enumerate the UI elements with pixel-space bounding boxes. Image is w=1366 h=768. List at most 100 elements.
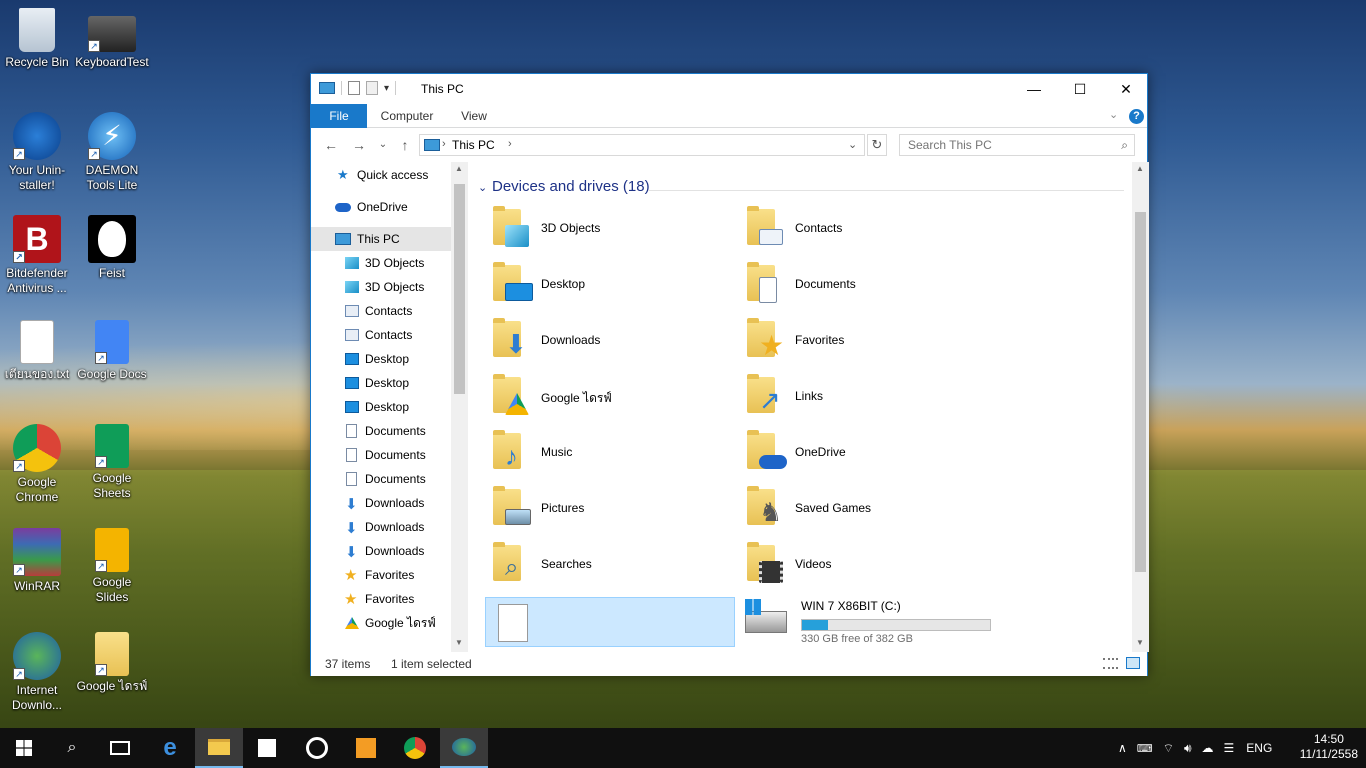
new-folder-icon[interactable] [366, 81, 378, 95]
desktop-icon-text-file[interactable]: เตียนของ.txt [0, 320, 74, 382]
breadcrumb-this-pc[interactable]: This PC [452, 138, 495, 152]
nav-item-3d-objects[interactable]: 3D Objects [311, 275, 451, 299]
scrollbar-thumb[interactable] [454, 184, 465, 394]
nav-item-downloads[interactable]: ⬇ Downloads [311, 491, 451, 515]
nav-item-documents[interactable]: Documents [311, 443, 451, 467]
input-method-icon[interactable]: ⌨ [1137, 742, 1153, 755]
address-dropdown-icon[interactable]: ⌄ [848, 138, 857, 151]
breadcrumb-chevron-icon[interactable]: › [508, 138, 512, 150]
nav-item-favorites[interactable]: ★ Favorites [311, 587, 451, 611]
taskbar-store[interactable] [243, 728, 291, 768]
details-view-icon[interactable] [1103, 658, 1118, 669]
desktop-icon-daemon-tools[interactable]: ⚡ ↗ DAEMON Tools Lite [75, 112, 149, 193]
nav-item-contacts[interactable]: Contacts [311, 323, 451, 347]
close-button[interactable]: ✕ [1103, 74, 1149, 104]
content-scrollbar[interactable]: ▲ ▼ [1132, 162, 1149, 652]
nav-item-documents[interactable]: Documents [311, 419, 451, 443]
folder-saved-games[interactable]: ♞ Saved Games [739, 485, 989, 535]
taskbar-edge[interactable]: e [146, 728, 194, 768]
folder-videos[interactable]: Videos [739, 541, 989, 591]
scroll-down-arrow-icon[interactable]: ▼ [455, 638, 463, 647]
nav-item-downloads[interactable]: ⬇ Downloads [311, 539, 451, 563]
folder-links[interactable]: ↗ Links [739, 373, 989, 423]
taskbar-video[interactable] [342, 728, 390, 768]
nav-item-desktop[interactable]: Desktop [311, 371, 451, 395]
desktop-icon-google-chrome[interactable]: ↗ Google Chrome [0, 424, 74, 505]
maximize-button[interactable]: ☐ [1057, 74, 1103, 104]
taskbar-idm[interactable] [440, 728, 488, 768]
taskbar-groove[interactable] [293, 728, 341, 768]
folder-downloads[interactable]: ⬇ Downloads [485, 317, 735, 367]
nav-item-3d-objects[interactable]: 3D Objects [311, 251, 451, 275]
refresh-button[interactable]: ↻ [867, 134, 887, 156]
nav-item-favorites[interactable]: ★ Favorites [311, 563, 451, 587]
back-button[interactable]: ← [321, 136, 341, 154]
nav-item-desktop[interactable]: Desktop [311, 347, 451, 371]
search-button[interactable]: ⌕ [48, 728, 96, 768]
action-center-icon[interactable]: ☰ [1224, 741, 1235, 755]
clock[interactable]: 14:50 11/11/2558 [1300, 732, 1358, 762]
nav-item-quick-access[interactable]: ★ Quick access [311, 163, 451, 187]
desktop-icon-recycle-bin[interactable]: Recycle Bin [0, 8, 74, 70]
folder-google-drive[interactable]: Google ไดรฟ์ [485, 373, 735, 423]
taskbar-chrome[interactable] [391, 728, 439, 768]
properties-icon[interactable] [348, 81, 360, 95]
nav-item-downloads[interactable]: ⬇ Downloads [311, 515, 451, 539]
folder-pictures[interactable]: Pictures [485, 485, 735, 535]
minimize-button[interactable]: — [1011, 74, 1057, 104]
nav-item-documents[interactable]: Documents [311, 467, 451, 491]
nav-item-onedrive[interactable]: OneDrive [311, 195, 451, 219]
desktop-icon-keyboardtest[interactable]: ↗ KeyboardTest [75, 8, 149, 70]
start-button[interactable] [0, 728, 48, 768]
language-indicator[interactable]: ENG [1246, 741, 1272, 755]
search-input[interactable] [900, 135, 1100, 155]
folder-contacts[interactable]: Contacts [739, 205, 989, 255]
tab-computer[interactable]: Computer [371, 104, 443, 128]
folder-searches[interactable]: ⌕ Searches [485, 541, 735, 591]
desktop-icon-google-drive[interactable]: ↗ Google ไดรฟ์ [75, 632, 149, 694]
folder-desktop[interactable]: Desktop [485, 261, 735, 311]
forward-button[interactable]: → [349, 136, 369, 154]
show-hidden-icons-icon[interactable]: ∧ [1118, 741, 1127, 755]
selected-file-item[interactable] [485, 597, 735, 647]
desktop-icon-google-docs[interactable]: ↗ Google Docs [75, 320, 149, 382]
nav-item-contacts[interactable]: Contacts [311, 299, 451, 323]
scrollbar-thumb[interactable] [1135, 212, 1146, 572]
expand-ribbon-icon[interactable]: ⌄ [1109, 108, 1118, 121]
desktop-icon-uninstaller[interactable]: ↗ Your Unin-staller! [0, 112, 74, 193]
desktop-icon-winrar[interactable]: ↗ WinRAR [0, 528, 74, 594]
search-box[interactable]: ⌕ [899, 134, 1135, 156]
scroll-down-arrow-icon[interactable]: ▼ [1136, 638, 1144, 647]
large-icons-view-icon[interactable] [1126, 657, 1140, 669]
folder-onedrive[interactable]: OneDrive [739, 429, 989, 479]
task-view-button[interactable] [96, 728, 144, 768]
recent-locations-button[interactable]: ⌄ [373, 136, 393, 154]
folder-music[interactable]: ♪ Music [485, 429, 735, 479]
drive-c[interactable]: WIN 7 X86BIT (C:) 330 GB free of 382 GB [739, 597, 991, 647]
title-bar[interactable]: ▾ This PC — ☐ ✕ [311, 74, 1147, 104]
tab-view[interactable]: View [449, 104, 499, 128]
cloud-sync-icon[interactable]: ☁ [1202, 741, 1214, 755]
help-icon[interactable]: ? [1129, 109, 1144, 124]
scroll-up-arrow-icon[interactable]: ▲ [1136, 164, 1144, 173]
volume-icon[interactable]: 🔊︎ [1184, 741, 1192, 756]
folder-3d-objects[interactable]: 3D Objects [485, 205, 735, 255]
desktop-icon-bitdefender[interactable]: B ↗ Bitdefender Antivirus ... [0, 215, 74, 296]
desktop-icon-internet-download[interactable]: ↗ Internet Downlo... [0, 632, 74, 713]
desktop-icon-google-slides[interactable]: ↗ Google Slides [75, 528, 149, 605]
taskbar-file-explorer[interactable] [195, 728, 243, 768]
address-bar[interactable]: › This PC › ⌄ [419, 134, 865, 156]
quick-access-dropdown-icon[interactable]: ▾ [384, 83, 389, 94]
nav-item-google-drive[interactable]: Google ไดรฟ์ [311, 611, 451, 635]
search-icon[interactable]: ⌕ [1121, 138, 1128, 153]
nav-item-desktop[interactable]: Desktop [311, 395, 451, 419]
navigation-pane-scrollbar[interactable]: ▲ ▼ [451, 162, 468, 652]
up-button[interactable]: ↑ [395, 136, 415, 154]
wifi-icon[interactable]: ⌔ [1163, 741, 1174, 756]
desktop-icon-google-sheets[interactable]: ↗ Google Sheets [75, 424, 149, 501]
folder-documents[interactable]: Documents [739, 261, 989, 311]
folder-favorites[interactable]: ★ Favorites [739, 317, 989, 367]
nav-item-this-pc[interactable]: This PC [311, 227, 451, 251]
scroll-up-arrow-icon[interactable]: ▲ [455, 164, 463, 173]
tab-file[interactable]: File [311, 104, 367, 128]
